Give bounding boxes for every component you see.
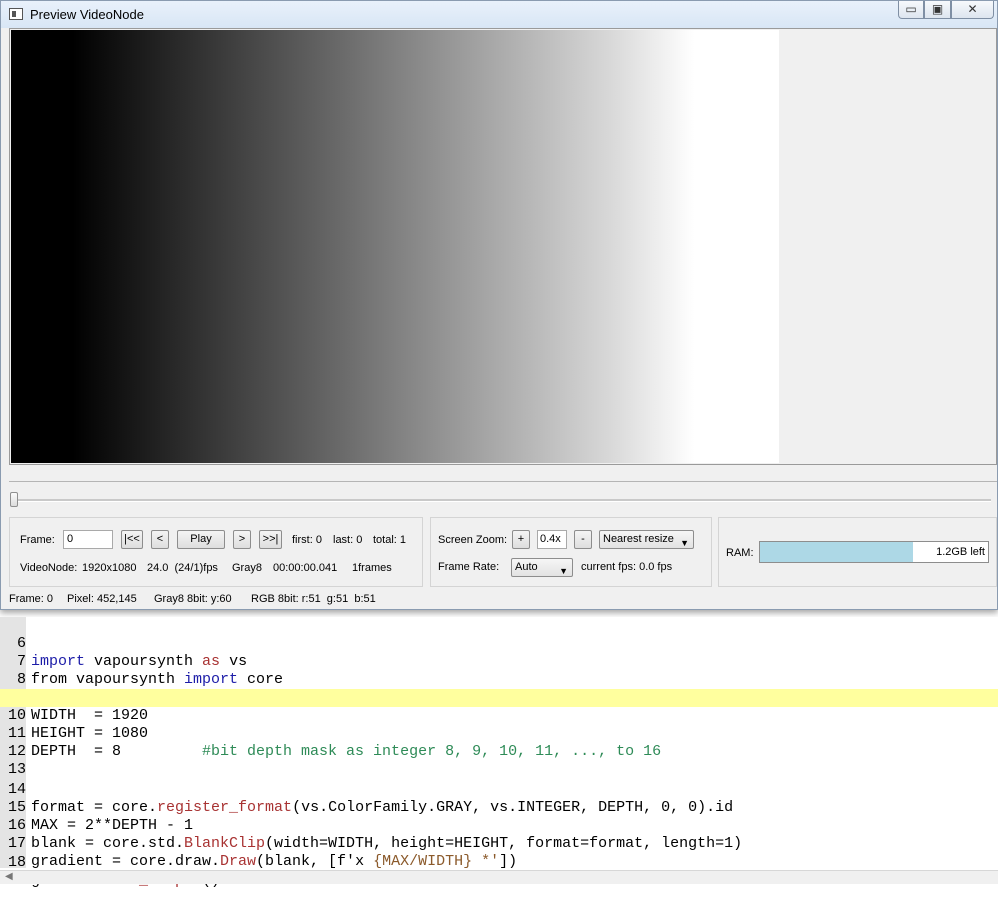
code-line[interactable]: 13 [0, 743, 998, 778]
frame-label: Frame: [20, 534, 55, 546]
frame-input[interactable]: 0 [63, 530, 113, 549]
code-function: Draw [220, 853, 257, 870]
code-line-highlighted[interactable]: 10 HEIGHT = 1080 [0, 689, 998, 742]
ram-label: RAM: [726, 547, 754, 559]
timeline-track [13, 499, 991, 502]
zoom-value-field[interactable]: 0.4x [537, 530, 567, 549]
preview-window: Preview VideoNode ▭ ▣ ✕ Frame: 0 |<< < P… [0, 0, 998, 610]
frame-controls-panel: Frame: 0 |<< < Play > >>| first: 0 last:… [9, 517, 423, 587]
code-line[interactable]: 14 format = core.register_format(vs.Colo… [0, 763, 998, 816]
first-frame-button[interactable]: |<< [121, 530, 143, 549]
code-line[interactable]: 12 [0, 725, 998, 760]
code-line[interactable]: 8 [0, 653, 998, 688]
timeline-slider[interactable] [9, 481, 997, 512]
ram-progress-bar: 1.2GB left [759, 541, 989, 563]
dropdown-arrow-icon: ▼ [559, 566, 568, 576]
resize-mode-value: Nearest resize [603, 533, 674, 545]
code-line[interactable]: 16 blank = core.std.BlankClip(width=WIDT… [0, 799, 998, 852]
resolution-info: 1920x1080 [82, 562, 137, 574]
maximize-button[interactable]: ▣ [924, 1, 951, 19]
code-line[interactable]: 17 gradient = core.draw.Draw(blank, [f'x… [0, 817, 998, 870]
code-text: (blank, [f'x [256, 853, 374, 870]
code-line[interactable]: 15 MAX = 2**DEPTH - 1 [0, 781, 998, 834]
status-rgb-value: RGB 8bit: r:51 g:51 b:51 [251, 593, 376, 605]
code-line[interactable]: 11 DEPTH = 8 #bit depth mask as integer … [0, 707, 998, 760]
code-line[interactable]: 9 WIDTH = 1920 [0, 671, 998, 724]
code-line[interactable]: 7 from vapoursynth import core [0, 635, 998, 688]
dropdown-arrow-icon: ▼ [680, 538, 689, 548]
last-frame-info: last: 0 [333, 534, 363, 546]
total-frames-info: total: 1 [373, 534, 407, 546]
frame-rate-select[interactable]: Auto ▼ [511, 558, 573, 577]
preview-viewport[interactable] [9, 28, 997, 465]
duration-info: 00:00:00.041 [273, 562, 338, 574]
format-info: Gray8 [232, 562, 262, 574]
code-line[interactable]: 18 gradient.set_output() [0, 836, 998, 889]
zoom-in-button[interactable]: + [512, 530, 530, 549]
code-line[interactable]: 6 import vapoursynth as vs [0, 617, 998, 670]
scroll-left-arrow-icon[interactable]: ◀ [5, 871, 13, 883]
code-text: ]) [499, 853, 518, 870]
zoom-out-button[interactable]: - [574, 530, 592, 549]
minimize-button[interactable]: ▭ [898, 1, 924, 19]
zoom-controls-panel: Screen Zoom: + 0.4x - Nearest resize ▼ F… [430, 517, 712, 587]
timeline-handle[interactable] [10, 492, 18, 507]
window-title: Preview VideoNode [30, 7, 144, 22]
code-editor[interactable]: 6 import vapoursynth as vs 7 from vapour… [0, 617, 998, 889]
horizontal-scrollbar[interactable]: ◀ [0, 870, 998, 884]
status-gray-value: Gray8 8bit: y:60 [154, 593, 232, 605]
frame-rate-value: Auto [515, 561, 538, 573]
first-frame-info: first: 0 [292, 534, 322, 546]
ram-panel: RAM: 1.2GB left [718, 517, 997, 587]
status-bar: Frame: 0 Pixel: 452,145 Gray8 8bit: y:60… [1, 591, 997, 609]
next-frame-button[interactable]: > [233, 530, 251, 549]
screen-zoom-label: Screen Zoom: [438, 534, 508, 546]
fps-info: 24.0 (24/1)fps [147, 562, 218, 574]
code-string: {MAX/WIDTH} *' [373, 853, 500, 870]
status-frame: Frame: 0 [9, 593, 54, 605]
ram-left-text: 1.2GB left [936, 546, 985, 558]
play-button[interactable]: Play [177, 530, 225, 549]
last-frame-button[interactable]: >>| [259, 530, 282, 549]
title-bar[interactable]: Preview VideoNode [1, 1, 997, 28]
ram-progress-fill [760, 542, 913, 562]
status-pixel: Pixel: 452,145 [67, 593, 137, 605]
frame-count-info: 1frames [352, 562, 392, 574]
resize-mode-select[interactable]: Nearest resize ▼ [599, 530, 694, 549]
frame-rate-label: Frame Rate: [438, 561, 500, 573]
preview-frame-image [11, 30, 779, 463]
close-button[interactable]: ✕ [951, 1, 994, 19]
app-icon [9, 8, 23, 20]
prev-frame-button[interactable]: < [151, 530, 169, 549]
videonode-label: VideoNode: [20, 562, 78, 574]
current-fps-info: current fps: 0.0 fps [581, 561, 673, 573]
code-text: gradient = core.draw. [31, 853, 221, 870]
